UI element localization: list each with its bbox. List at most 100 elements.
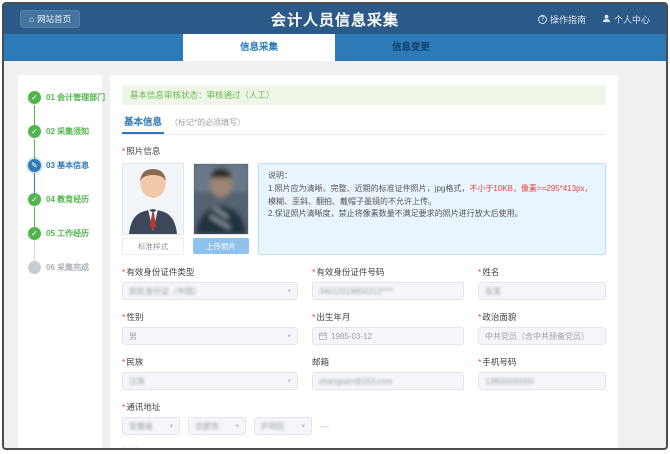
step-label: 03 基本信息 [46,160,89,171]
user-photo-column: 上传照片 [193,163,249,255]
email-value: zhangsan@163.com [319,377,393,386]
guide-link[interactable]: ? 操作指南 [538,13,586,26]
note-title: 说明： [268,170,596,183]
address-label: 通讯地址 [126,402,160,412]
app-window: ⌂ 网站首页 会计人员信息采集 ? 操作指南 个人中心 信息采集 信息变更 ✓ [2,2,668,450]
address-province-select[interactable]: 安徽省 ▾ [122,417,180,435]
calendar-icon [319,332,327,340]
sample-photo [122,163,184,235]
address-district-select[interactable]: 庐阳区 ▾ [254,417,312,435]
id-type-select[interactable]: 居民身份证（中国） ▾ [122,282,298,300]
step-label: 05 工作经历 [46,228,89,239]
gender-select[interactable]: 男 ▾ [122,327,298,345]
form-row-address: *通讯地址 安徽省 ▾ 合肥市 ▾ 庐阳区 ▾ [122,401,606,435]
address-city-select[interactable]: 合肥市 ▾ [188,417,246,435]
nation-value: 汉族 [129,376,145,387]
check-icon: ✓ [28,125,41,138]
guide-label: 操作指南 [550,13,586,26]
nation-select[interactable]: 汉族 ▾ [122,372,298,390]
step-accounting-dept[interactable]: ✓ 01 会计管理部门 [28,91,96,104]
top-header: ⌂ 网站首页 会计人员信息采集 ? 操作指南 个人中心 [4,4,666,34]
phone-label: 手机号码 [482,357,516,367]
step-label: 04 教育经历 [46,194,89,205]
photo-info-label: *照片信息 [122,145,606,157]
birth-date-value: 1985-03-12 [331,332,372,341]
politics-value: 中共党员（含中共预备党员） [485,331,589,342]
city-value: 合肥市 [195,421,219,432]
sample-photo-caption: 标准样式 [122,238,184,255]
postcode-label: 邮编 [122,447,139,448]
phone-field: *手机号码 13800000000 [478,356,606,390]
content-area: ✓ 01 会计管理部门 ✓ 02 采集须知 ✎ 03 基本信息 ✓ 04 教育经… [4,61,666,448]
sample-photo-column: 标准样式 [122,163,184,255]
home-icon: ⌂ [29,14,34,24]
note-line-2: 2.保证照片清晰度，禁止将像素数量不满足要求的照片进行放大后使用。 [268,208,596,221]
address-field: *通讯地址 安徽省 ▾ 合肥市 ▾ 庐阳区 ▾ [122,401,606,435]
form-row-1: *有效身份证件类型 居民身份证（中国） ▾ *有效身份证件号码 34012319… [122,266,606,300]
chevron-down-icon: ▾ [287,287,291,295]
chevron-down-icon: ▾ [169,422,173,430]
birth-date-label: 出生年月 [316,312,350,322]
tab-info-collect[interactable]: 信息采集 [183,34,335,61]
chevron-down-icon: ▾ [301,422,305,430]
tab-info-change[interactable]: 信息变更 [335,34,487,61]
id-type-field: *有效身份证件类型 居民身份证（中国） ▾ [122,266,298,300]
photo-section: 标准样式 [122,163,606,255]
postcode-field: 邮编 230000 [122,446,606,448]
gender-label: 性别 [126,312,143,322]
edit-icon: ✎ [28,159,41,172]
step-collect-notice[interactable]: ✓ 02 采集须知 [28,125,96,138]
nation-field: *民族 汉族 ▾ [122,356,298,390]
circle-icon [28,261,41,274]
home-button[interactable]: ⌂ 网站首页 [20,10,80,28]
note-red-text: 不小于10KB，像素>=295*413px， [469,184,592,193]
step-label: 02 采集须知 [46,126,89,137]
id-number-input[interactable]: 34012319850312**** [312,282,464,300]
name-value: 张某 [485,286,501,297]
step-complete: 06 采集完成 [28,261,96,274]
phone-value: 13800000000 [485,377,534,386]
personal-center-label: 个人中心 [614,13,650,26]
name-label: 姓名 [482,267,499,277]
province-value: 安徽省 [129,421,153,432]
gender-field: *性别 男 ▾ [122,311,298,345]
chevron-down-icon: ▾ [287,377,291,385]
email-input[interactable]: zhangsan@163.com [312,372,464,390]
section-tab-row: 基本信息 （标记*的必须填写） [122,114,606,135]
id-type-value: 居民身份证（中国） [129,286,201,297]
note-line-1: 1.照片应为清晰、完整、近期的标准证件照片，jpg格式，不小于10KB，像素>=… [268,183,596,209]
id-number-label: 有效身份证件号码 [316,267,384,277]
uploaded-photo [193,163,249,235]
address-controls: 安徽省 ▾ 合肥市 ▾ 庐阳区 ▾ — [122,417,606,435]
header-links: ? 操作指南 个人中心 [538,13,650,26]
check-icon: ✓ [28,227,41,240]
question-icon: ? [538,15,547,24]
politics-field: *政治面貌 中共党员（含中共预备党员） [478,311,606,345]
upload-photo-button[interactable]: 上传照片 [193,238,249,254]
nation-label: 民族 [126,357,143,367]
check-icon: ✓ [28,91,41,104]
required-hint: （标记*的必须填写） [170,117,245,128]
name-input[interactable]: 张某 [478,282,606,300]
form-row-2: *性别 男 ▾ *出生年月 1985-03-12 [122,311,606,345]
step-work-history[interactable]: ✓ 05 工作经历 [28,227,96,240]
step-label: 01 会计管理部门 [46,92,105,103]
personal-center-link[interactable]: 个人中心 [602,13,650,26]
photo-instructions: 说明： 1.照片应为清晰、完整、近期的标准证件照片，jpg格式，不小于10KB，… [258,163,606,255]
form-row-postcode: 邮编 230000 [122,446,606,448]
step-education[interactable]: ✓ 04 教育经历 [28,193,96,206]
birth-date-field: *出生年月 1985-03-12 [312,311,464,345]
nav-tab-strip: 信息采集 信息变更 [4,34,666,61]
address-dash: — [320,421,329,431]
phone-input[interactable]: 13800000000 [478,372,606,390]
politics-select[interactable]: 中共党员（含中共预备党员） [478,327,606,345]
check-icon: ✓ [28,193,41,206]
birth-date-input[interactable]: 1985-03-12 [312,327,464,345]
chevron-down-icon: ▾ [287,332,291,340]
steps-sidebar: ✓ 01 会计管理部门 ✓ 02 采集须知 ✎ 03 基本信息 ✓ 04 教育经… [18,75,102,448]
step-basic-info[interactable]: ✎ 03 基本信息 [28,159,96,172]
id-number-value: 34012319850312**** [319,287,394,296]
email-label: 邮箱 [312,357,329,367]
politics-label: 政治面貌 [482,312,516,322]
tab-basic-info-section[interactable]: 基本信息 [122,114,164,134]
